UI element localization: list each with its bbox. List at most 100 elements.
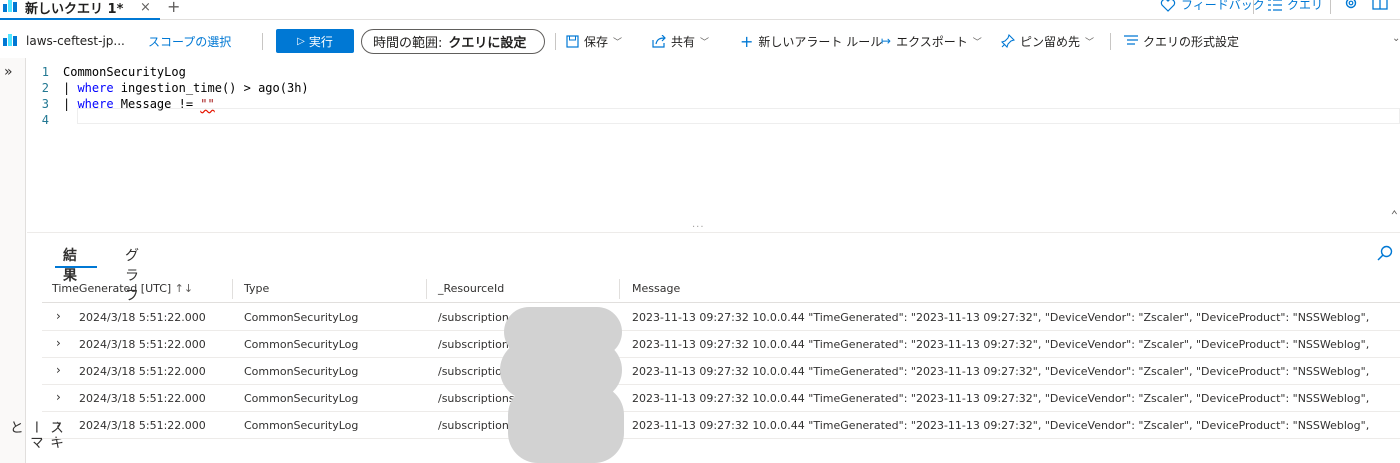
save-icon: [566, 34, 579, 48]
table-row[interactable]: › 2024/3/18 5:51:22.000 CommonSecurityLo…: [42, 304, 1400, 331]
column-header-message[interactable]: Message: [632, 282, 680, 295]
chevron-down-icon: ﹀: [1085, 37, 1095, 48]
tab-active-indicator: [0, 18, 160, 20]
cell-time: 2024/3/18 5:51:22.000: [79, 392, 206, 405]
play-icon: ▷: [297, 35, 305, 47]
cell-type: CommonSecurityLog: [244, 392, 359, 405]
cell-type: CommonSecurityLog: [244, 365, 359, 378]
run-button[interactable]: ▷ 実行: [276, 29, 354, 53]
cell-message: 2023-11-13 09:27:32 10.0.0.44 "TimeGener…: [632, 311, 1370, 324]
chevron-right-icon[interactable]: ›: [56, 390, 61, 404]
cell-message: 2023-11-13 09:27:32 10.0.0.44 "TimeGener…: [632, 392, 1370, 405]
divider: [1110, 33, 1111, 50]
queries-button[interactable]: クエリ: [1268, 0, 1323, 13]
log-analytics-icon: [3, 34, 17, 46]
close-icon[interactable]: ×: [140, 0, 151, 15]
column-label: TimeGenerated [UTC]: [52, 282, 172, 295]
format-label: クエリの形式設定: [1143, 34, 1240, 49]
code-text: ingestion_time() > ago(3h): [113, 81, 309, 95]
editor-line: 1 CommonSecurityLog: [27, 64, 186, 80]
table-row[interactable]: › 2024/3/18 5:51:22.000 CommonSecurityLo…: [42, 358, 1400, 385]
editor-line: 3 | where Message != "": [27, 96, 215, 112]
time-range-value: クエリに設定: [448, 36, 527, 51]
cell-time: 2024/3/18 5:51:22.000: [79, 419, 206, 432]
cell-resourceid: /subscriptions: [438, 338, 515, 351]
divider: [555, 33, 556, 50]
log-analytics-icon: [3, 0, 17, 12]
plus-icon: +: [740, 31, 754, 51]
column-header-timegenerated[interactable]: TimeGenerated [UTC] ↑↓: [52, 282, 193, 295]
where-keyword: where: [77, 97, 114, 111]
query-toolbar: laws-ceftest-jp... スコープの選択 ▷ 実行 時間の範囲: ク…: [0, 27, 1400, 55]
cell-type: CommonSecurityLog: [244, 419, 359, 432]
tab-title: 新しいクエリ 1*: [25, 2, 124, 17]
table-row[interactable]: › 2024/3/18 5:51:22.000 CommonSecurityLo…: [42, 331, 1400, 358]
book-icon[interactable]: [1372, 0, 1388, 10]
chevron-down-icon: ﹀: [700, 37, 710, 48]
table-row[interactable]: › 2024/3/18 5:51:22.000 CommonSecurityLo…: [42, 385, 1400, 412]
cell-message: 2023-11-13 09:27:32 10.0.0.44 "TimeGener…: [632, 338, 1370, 351]
table-row[interactable]: › 2024/3/18 5:51:22.000 CommonSecurityLo…: [42, 412, 1400, 439]
column-divider[interactable]: [426, 279, 427, 299]
tab-active-indicator: [55, 266, 97, 268]
line-number: 4: [41, 113, 49, 127]
gear-icon[interactable]: [1344, 0, 1358, 10]
expand-panel-icon[interactable]: »: [4, 64, 13, 80]
chevron-right-icon[interactable]: ›: [56, 363, 61, 377]
new-alert-label: 新しいアラート ルール: [758, 34, 883, 49]
select-scope-label: スコープの選択: [148, 34, 232, 49]
share-button[interactable]: 共有 ﹀: [652, 27, 709, 55]
column-header-type[interactable]: Type: [244, 282, 269, 295]
code-text: CommonSecurityLog: [63, 65, 186, 79]
feedback-button[interactable]: フィードバック: [1160, 0, 1265, 13]
more-chevron-icon[interactable]: ⌄: [1392, 33, 1400, 44]
cell-message: 2023-11-13 09:27:32 10.0.0.44 "TimeGener…: [632, 365, 1370, 378]
code-text: Message !=: [113, 97, 201, 111]
new-alert-rule-button[interactable]: + 新しいアラート ルール: [740, 27, 882, 55]
cell-type: CommonSecurityLog: [244, 311, 359, 324]
cell-type: CommonSecurityLog: [244, 338, 359, 351]
divider: [262, 33, 263, 50]
pin-label: ピン留め先: [1020, 34, 1081, 49]
query-tab[interactable]: 新しいクエリ 1* ×: [0, 0, 160, 20]
line-number: 1: [41, 65, 49, 79]
heart-icon: [1160, 0, 1176, 12]
export-button[interactable]: ↦ エクスポート ﹀: [881, 27, 982, 55]
chevron-right-icon[interactable]: ›: [56, 309, 61, 323]
chevron-right-icon[interactable]: ›: [56, 336, 61, 350]
schema-side-panel: » スキーマと: [0, 58, 64, 463]
search-icon[interactable]: [1377, 245, 1393, 261]
chevron-right-icon[interactable]: ›: [56, 417, 61, 431]
redaction-mask: [508, 385, 624, 463]
pin-to-button[interactable]: ピン留め先 ﹀: [1001, 27, 1094, 55]
chevron-down-icon: ﹀: [613, 37, 623, 48]
share-icon: [652, 34, 666, 48]
time-range-button[interactable]: 時間の範囲: クエリに設定: [361, 29, 545, 54]
cell-time: 2024/3/18 5:51:22.000: [79, 311, 206, 324]
cell-message: 2023-11-13 09:27:32 10.0.0.44 "TimeGener…: [632, 419, 1370, 432]
cell-resourceid: /subscriptions: [438, 419, 515, 432]
table-header: TimeGenerated [UTC] ↑↓ Type _ResourceId …: [42, 275, 1400, 303]
list-icon: [1268, 0, 1282, 11]
column-divider[interactable]: [232, 279, 233, 299]
string-literal: "": [200, 97, 215, 111]
format-query-button[interactable]: クエリの形式設定: [1124, 27, 1239, 55]
divider: [1253, 0, 1254, 14]
workspace-selector[interactable]: laws-ceftest-jp...: [3, 27, 125, 55]
pipe-operator: |: [63, 81, 78, 95]
column-header-resourceid[interactable]: _ResourceId: [438, 282, 504, 295]
query-editor[interactable]: 1 CommonSecurityLog 2 | where ingestion_…: [27, 60, 1400, 232]
workspace-name: laws-ceftest-jp...: [26, 34, 125, 48]
cell-resourceid: /subscriptions: [438, 392, 515, 405]
export-icon: ↦: [881, 34, 892, 48]
cell-resourceid: /subscription: [438, 311, 509, 324]
collapse-editor-icon[interactable]: ⌃: [1391, 208, 1398, 222]
pipe-operator: |: [63, 97, 78, 111]
editor-results-splitter[interactable]: [27, 232, 1400, 235]
column-divider[interactable]: [619, 279, 620, 299]
add-tab-icon[interactable]: +: [167, 0, 180, 16]
export-label: エクスポート: [896, 34, 968, 49]
save-button[interactable]: 保存 ﹀: [566, 27, 622, 55]
select-scope-link[interactable]: スコープの選択: [148, 27, 231, 55]
sort-icon[interactable]: ↑↓: [175, 282, 193, 295]
